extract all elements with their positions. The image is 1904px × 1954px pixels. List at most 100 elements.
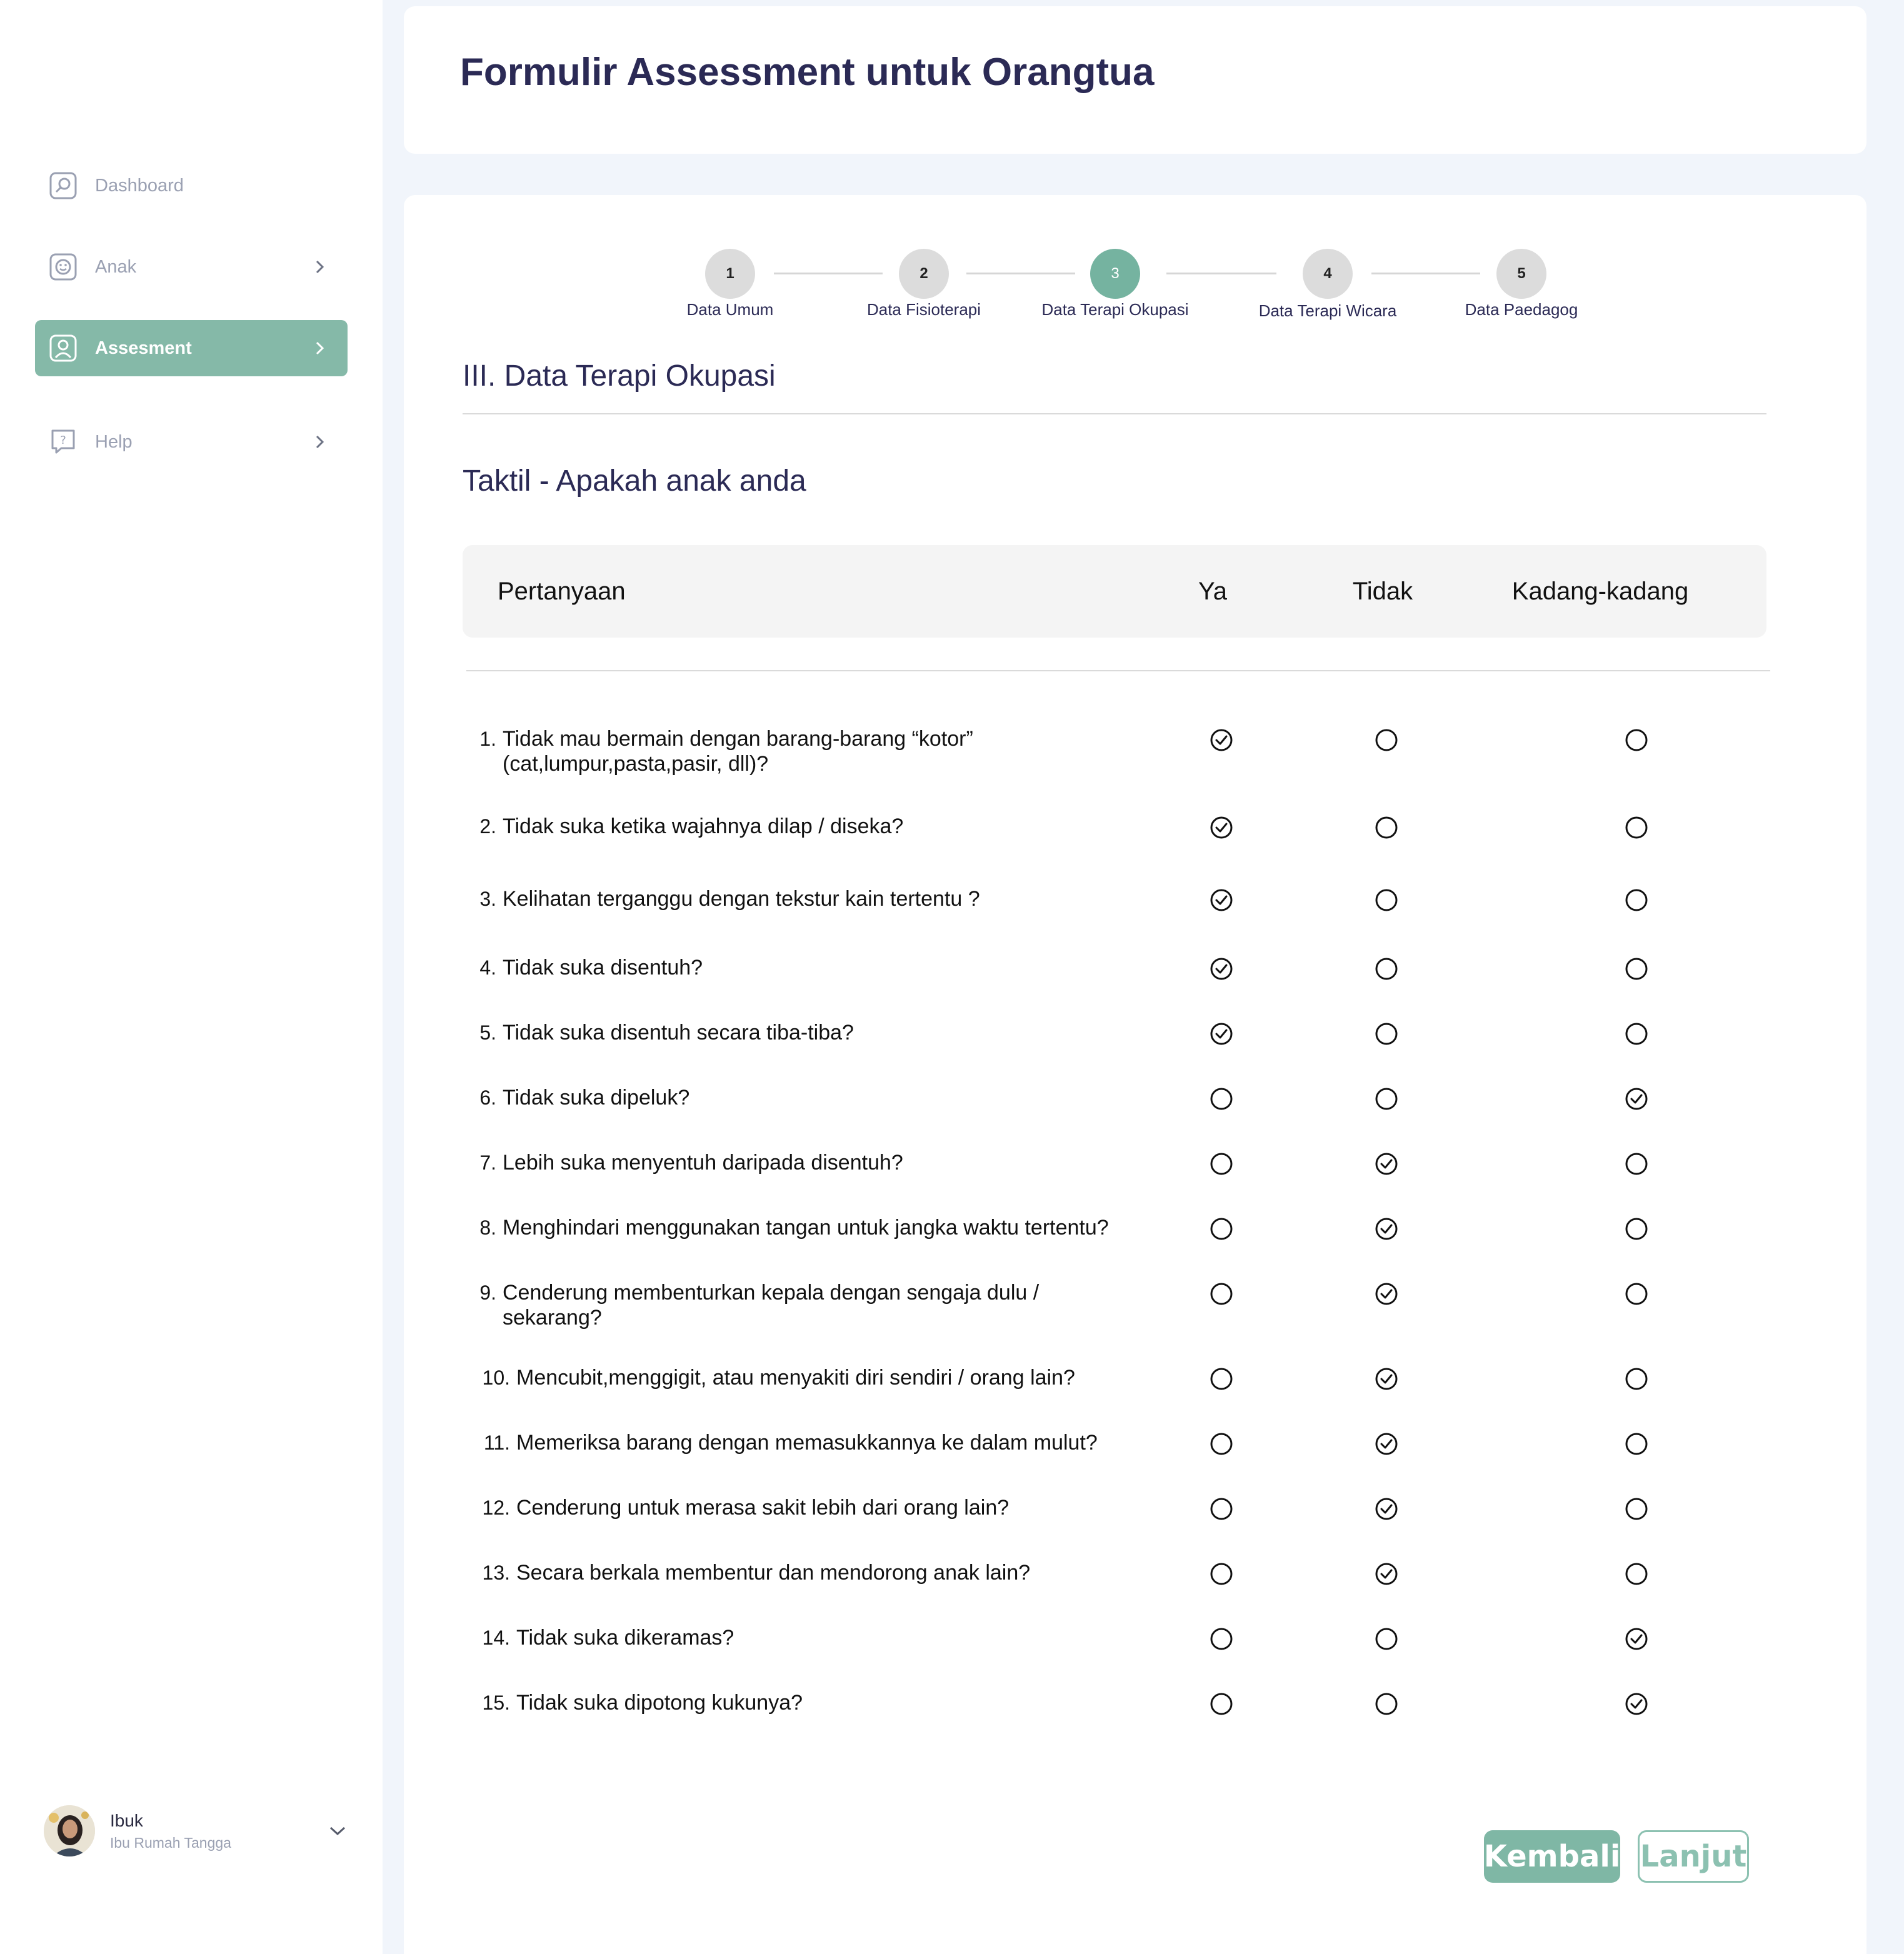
radio-no[interactable]	[1374, 1216, 1399, 1241]
radio-no[interactable]	[1374, 1626, 1399, 1651]
radio-no[interactable]	[1374, 1431, 1399, 1456]
step-3-label: Data Terapi Okupasi	[1041, 300, 1189, 319]
check-circle-icon	[1625, 1628, 1648, 1650]
radio-no[interactable]	[1374, 1281, 1399, 1306]
question-number: 2.	[479, 815, 496, 838]
user-icon	[49, 334, 78, 363]
radio-no[interactable]	[1374, 1561, 1399, 1586]
radio-sometimes[interactable]	[1624, 888, 1649, 913]
check-circle-icon	[1625, 1693, 1648, 1715]
sidebar-item-label: Help	[95, 431, 133, 452]
step-2-circle[interactable]: 2	[899, 249, 949, 299]
question-number: 8.	[479, 1216, 496, 1239]
radio-sometimes[interactable]	[1624, 815, 1649, 840]
page-title: Formulir Assessment untuk Orangtua	[460, 51, 1155, 94]
question-text: Tidak suka dipeluk?	[503, 1085, 689, 1110]
step-2-label: Data Fisioterapi	[866, 300, 981, 319]
radio-yes[interactable]	[1209, 888, 1234, 913]
profile-name: Ibuk	[110, 1810, 143, 1830]
radio-yes[interactable]	[1209, 1366, 1234, 1391]
step-5-label: Data Paedagog	[1465, 300, 1578, 319]
radio-no[interactable]	[1374, 815, 1399, 840]
radio-yes[interactable]	[1209, 1496, 1234, 1521]
radio-sometimes[interactable]	[1624, 1626, 1649, 1651]
question-number: 5.	[479, 1021, 496, 1044]
radio-sometimes[interactable]	[1624, 1021, 1649, 1046]
question-text: Cenderung membenturkan kepala dengan sen…	[503, 1280, 1039, 1330]
check-circle-icon	[1625, 1088, 1648, 1110]
empty-circle-icon	[1625, 1498, 1648, 1520]
sidebar-item-anak[interactable]: Anak	[35, 239, 348, 295]
back-button[interactable]: Kembali	[1484, 1830, 1620, 1883]
empty-circle-icon	[1210, 1628, 1233, 1650]
next-button[interactable]: Lanjut	[1638, 1830, 1749, 1883]
radio-no[interactable]	[1374, 956, 1399, 981]
question-line: Secara berkala membentur dan mendorong a…	[516, 1561, 1031, 1585]
radio-yes[interactable]	[1209, 1281, 1234, 1306]
check-circle-icon	[1210, 958, 1233, 980]
question-text: Lebih suka menyentuh daripada disentuh?	[503, 1150, 903, 1175]
question-text: Memeriksa barang dengan memasukkannya ke…	[516, 1430, 1098, 1455]
step-3-circle[interactable]: 3	[1090, 249, 1140, 299]
user-profile[interactable]: Ibuk Ibu Rumah Tangga	[44, 1803, 350, 1859]
radio-yes[interactable]	[1209, 815, 1234, 840]
help-icon: ?	[49, 428, 78, 456]
check-circle-icon	[1210, 816, 1233, 839]
step-1-circle[interactable]: 1	[705, 249, 755, 299]
table-header: Pertanyaan Ya Tidak Kadang-kadang	[463, 545, 1766, 638]
radio-no[interactable]	[1374, 1366, 1399, 1391]
empty-circle-icon	[1625, 816, 1648, 839]
sidebar-item-assesment[interactable]: Assesment	[35, 320, 348, 376]
radio-yes[interactable]	[1209, 1431, 1234, 1456]
step-1-label: Data Umum	[686, 300, 774, 319]
question-text: Tidak mau bermain dengan barang-barang “…	[503, 726, 973, 776]
radio-no[interactable]	[1374, 1021, 1399, 1046]
chevron-right-icon	[308, 254, 333, 279]
question-number: 12.	[482, 1496, 510, 1519]
radio-yes[interactable]	[1209, 1086, 1234, 1111]
radio-no[interactable]	[1374, 1496, 1399, 1521]
empty-circle-icon	[1210, 1433, 1233, 1455]
radio-sometimes[interactable]	[1624, 1151, 1649, 1176]
radio-sometimes[interactable]	[1624, 728, 1649, 753]
sidebar-item-dashboard[interactable]: Dashboard	[35, 158, 348, 214]
radio-yes[interactable]	[1209, 1691, 1234, 1716]
radio-sometimes[interactable]	[1624, 1561, 1649, 1586]
chevron-right-icon	[308, 429, 333, 454]
radio-sometimes[interactable]	[1624, 1086, 1649, 1111]
radio-yes[interactable]	[1209, 1626, 1234, 1651]
radio-sometimes[interactable]	[1624, 1496, 1649, 1521]
radio-yes[interactable]	[1209, 956, 1234, 981]
step-5-circle[interactable]: 5	[1496, 249, 1546, 299]
radio-sometimes[interactable]	[1624, 956, 1649, 981]
empty-circle-icon	[1375, 729, 1398, 751]
stepper-connector	[966, 273, 1075, 274]
radio-yes[interactable]	[1209, 1561, 1234, 1586]
empty-circle-icon	[1375, 1088, 1398, 1110]
radio-sometimes[interactable]	[1624, 1691, 1649, 1716]
empty-circle-icon	[1625, 729, 1648, 751]
chevron-down-icon[interactable]	[325, 1818, 350, 1843]
empty-circle-icon	[1625, 1153, 1648, 1175]
radio-sometimes[interactable]	[1624, 1281, 1649, 1306]
empty-circle-icon	[1625, 889, 1648, 911]
radio-no[interactable]	[1374, 1151, 1399, 1176]
radio-sometimes[interactable]	[1624, 1366, 1649, 1391]
radio-no[interactable]	[1374, 1086, 1399, 1111]
sidebar-item-help[interactable]: ? Help	[35, 414, 348, 470]
radio-no[interactable]	[1374, 1691, 1399, 1716]
radio-yes[interactable]	[1209, 1216, 1234, 1241]
radio-yes[interactable]	[1209, 1021, 1234, 1046]
empty-circle-icon	[1210, 1218, 1233, 1240]
radio-no[interactable]	[1374, 728, 1399, 753]
step-4-circle[interactable]: 4	[1303, 249, 1353, 299]
check-circle-icon	[1375, 1563, 1398, 1585]
radio-no[interactable]	[1374, 888, 1399, 913]
radio-yes[interactable]	[1209, 728, 1234, 753]
question-number: 10.	[482, 1366, 510, 1389]
question-line: (cat,lumpur,pasta,pasir, dll)?	[503, 752, 769, 776]
check-circle-icon	[1375, 1433, 1398, 1455]
radio-yes[interactable]	[1209, 1151, 1234, 1176]
radio-sometimes[interactable]	[1624, 1431, 1649, 1456]
radio-sometimes[interactable]	[1624, 1216, 1649, 1241]
